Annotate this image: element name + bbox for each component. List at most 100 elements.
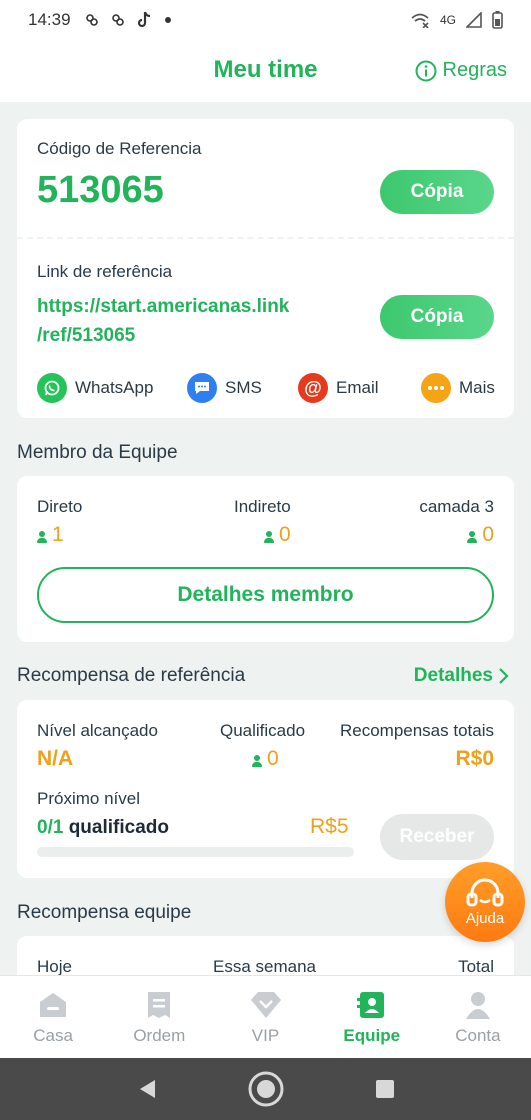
tab-label: Ordem (133, 1026, 186, 1045)
level-value: N/A (37, 747, 74, 770)
person-icon (264, 530, 275, 543)
team-card: Direto 1 Indireto 0 camada 3 0 Detalhes … (17, 476, 514, 642)
progress-text: 0/1 qualificado (37, 817, 169, 839)
home-icon (40, 993, 67, 1017)
headset-icon (466, 878, 504, 906)
rules-label: Regras (442, 59, 507, 81)
details-label: Detalhes (413, 665, 493, 686)
level-label: Nível alcançado (37, 721, 158, 740)
share-label: SMS (225, 378, 262, 397)
receipt-icon (148, 992, 171, 1018)
progress-qualified: qualificado (68, 817, 169, 838)
team-section-title: Membro da Equipe (17, 442, 178, 463)
member-details-button[interactable]: Detalhes membro (37, 567, 494, 623)
copy-code-button[interactable]: Cópia (380, 170, 494, 214)
team-col-value: 1 (52, 523, 64, 546)
share-label: Email (336, 378, 379, 397)
referral-link-line2: /ref/513065 (37, 325, 136, 346)
share-label: Mais (459, 378, 495, 397)
status-bar: 14:39 4G (0, 0, 531, 40)
copy-link-button[interactable]: Cópia (380, 295, 494, 339)
team-col-layer3: camada 3 0 (419, 497, 494, 547)
tab-casa[interactable]: Casa (0, 976, 106, 1058)
share-whatsapp[interactable]: WhatsApp (37, 373, 153, 403)
team-reward-col: Total (458, 957, 494, 976)
referral-code: 513065 (37, 169, 164, 211)
tiktok-icon (137, 11, 150, 28)
team-col-label: camada 3 (419, 497, 494, 516)
notification-icons (85, 11, 171, 29)
qualified-value-wrap: 0 (252, 747, 279, 771)
tab-ordem[interactable]: Ordem (106, 976, 212, 1058)
page-header: Meu time Regras (0, 40, 531, 102)
referral-link-label: Link de referência (37, 262, 173, 281)
help-button[interactable]: Ajuda (445, 862, 525, 942)
team-col-label: Direto (37, 497, 83, 516)
tab-conta[interactable]: Conta (425, 976, 531, 1058)
system-navigation-bar (0, 1058, 531, 1120)
team-reward-title: Recompensa equipe (17, 902, 192, 923)
recents-icon[interactable] (375, 1079, 395, 1099)
referral-link[interactable]: https://start.americanas.link /ref/51306… (37, 292, 289, 350)
more-icon (421, 373, 451, 403)
referral-reward-details-link[interactable]: Detalhes (414, 665, 509, 687)
wifi-off-icon (411, 13, 429, 28)
share-email[interactable]: @ Email (298, 373, 379, 403)
referral-code-label: Código de Referencia (37, 139, 202, 158)
whatsapp-icon (37, 373, 67, 403)
next-reward-value: R$5 (310, 815, 349, 838)
team-col-value: 0 (482, 523, 494, 546)
referral-link-line1: https://start.americanas.link (37, 296, 290, 317)
qualified-label: Qualificado (220, 721, 306, 740)
team-col-direct: Direto 1 (37, 497, 82, 547)
person-icon (252, 754, 262, 767)
team-col-label: Indireto (234, 497, 291, 516)
back-icon[interactable] (137, 1078, 157, 1100)
team-icon (356, 992, 384, 1018)
team-reward-col: Essa semana (213, 957, 316, 976)
progress-count: 0/1 (37, 817, 64, 838)
tab-label: Conta (455, 1026, 501, 1045)
next-level-label: Próximo nível (37, 789, 140, 808)
info-icon (415, 60, 437, 81)
tab-label: Casa (33, 1026, 73, 1045)
email-icon: @ (298, 373, 328, 403)
notification-app-icon (111, 14, 124, 26)
card-divider (17, 237, 514, 239)
dot-icon (164, 17, 171, 23)
tab-label: VIP (251, 1026, 280, 1045)
help-label: Ajuda (465, 909, 505, 927)
chevron-right-icon (499, 668, 509, 684)
notification-app-icon (85, 14, 98, 26)
team-reward-col: Hoje (37, 957, 72, 976)
home-nav-icon[interactable] (247, 1070, 285, 1108)
share-label: WhatsApp (75, 378, 154, 397)
diamond-icon (250, 992, 281, 1018)
total-rewards-value: R$0 (455, 747, 494, 770)
referral-reward-title: Recompensa de referência (17, 665, 246, 686)
signal-icon (466, 12, 482, 28)
account-icon (465, 992, 490, 1019)
referral-card: Código de Referencia 513065 Cópia Link d… (17, 119, 514, 418)
team-col-indirect: Indireto 0 (234, 497, 291, 547)
tab-label: Equipe (343, 1026, 401, 1045)
share-sms[interactable]: SMS (187, 373, 262, 403)
rules-link[interactable]: Regras (415, 59, 507, 82)
tab-equipe[interactable]: Equipe (319, 976, 425, 1058)
person-icon (467, 530, 478, 543)
system-icons: 4G (410, 11, 503, 29)
team-col-value: 0 (279, 523, 291, 546)
share-more[interactable]: Mais (421, 373, 495, 403)
total-rewards-label: Recompensas totais (339, 721, 494, 740)
progress-bar-track (37, 847, 354, 857)
battery-icon (492, 11, 503, 29)
bottom-tab-bar: Casa Ordem VIP Equipe Conta (0, 975, 531, 1058)
tab-vip[interactable]: VIP (212, 976, 318, 1058)
sms-icon (187, 373, 217, 403)
person-icon (37, 530, 47, 543)
network-type: 4G (439, 13, 456, 27)
referral-reward-card: Nível alcançado N/A Qualificado 0 Recomp… (17, 700, 514, 878)
status-time: 14:39 (28, 10, 71, 29)
receive-button[interactable]: Receber (380, 814, 494, 860)
qualified-value: 0 (267, 747, 279, 770)
